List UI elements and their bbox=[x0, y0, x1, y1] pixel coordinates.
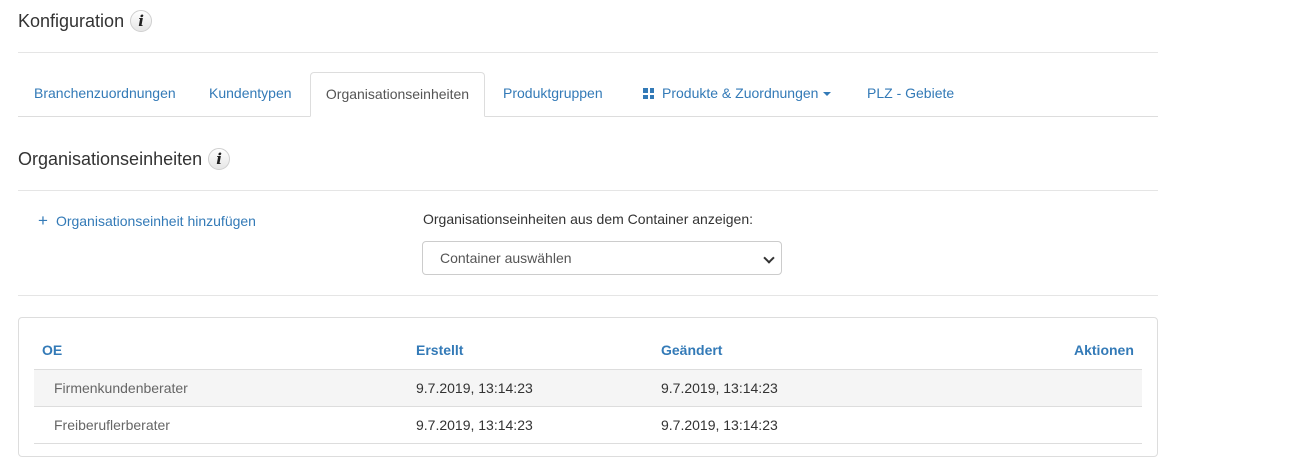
caret-down-icon bbox=[823, 92, 832, 97]
add-link-label: Organisationseinheit hinzufügen bbox=[55, 212, 256, 229]
info-icon[interactable]: i bbox=[130, 10, 153, 32]
page-title: Konfiguration i bbox=[18, 10, 153, 32]
section-title-text: Organisationseinheiten bbox=[18, 148, 203, 169]
plus-icon: + bbox=[38, 211, 48, 230]
section-title: Organisationseinheiten i bbox=[18, 148, 231, 170]
tab-produkte-zuordnungen-label: Produkte & Zuordnungen bbox=[662, 85, 819, 101]
cell-created: 9.7.2019, 13:14:23 bbox=[416, 380, 533, 396]
column-header-erstellt[interactable]: Erstellt bbox=[416, 342, 463, 358]
tab-plz-gebiete[interactable]: PLZ - Gebiete bbox=[867, 72, 954, 116]
table-row[interactable]: Freiberuflerberater 9.7.2019, 13:14:23 9… bbox=[34, 406, 1142, 443]
column-header-aktionen: Aktionen bbox=[1074, 342, 1134, 358]
cell-created: 9.7.2019, 13:14:23 bbox=[416, 417, 533, 433]
column-header-oe[interactable]: OE bbox=[42, 342, 62, 358]
tab-branchenzuordnungen[interactable]: Branchenzuordnungen bbox=[34, 72, 176, 116]
cell-oe: Freiberuflerberater bbox=[54, 417, 170, 433]
container-select[interactable]: Container auswählen bbox=[422, 241, 782, 275]
tab-kundentypen[interactable]: Kundentypen bbox=[209, 72, 292, 116]
filter-divider bbox=[18, 295, 1158, 296]
page-title-text: Konfiguration bbox=[18, 10, 125, 31]
cell-changed: 9.7.2019, 13:14:23 bbox=[661, 417, 778, 433]
header-divider bbox=[18, 52, 1158, 53]
tab-bar: Branchenzuordnungen Kundentypen Organisa… bbox=[18, 72, 1158, 117]
tab-produktgruppen[interactable]: Produktgruppen bbox=[503, 72, 603, 116]
column-header-geaendert[interactable]: Geändert bbox=[661, 342, 722, 358]
chevron-down-icon bbox=[763, 252, 775, 264]
tab-organisationseinheiten[interactable]: Organisationseinheiten bbox=[310, 72, 485, 117]
cell-oe: Firmenkundenberater bbox=[54, 380, 188, 396]
tab-produkte-zuordnungen[interactable]: Produkte & Zuordnungen bbox=[643, 72, 832, 116]
info-icon[interactable]: i bbox=[208, 148, 231, 170]
cell-changed: 9.7.2019, 13:14:23 bbox=[661, 380, 778, 396]
table-row[interactable]: Firmenkundenberater 9.7.2019, 13:14:23 9… bbox=[34, 369, 1142, 406]
container-select-value: Container auswählen bbox=[440, 250, 572, 266]
add-organisationseinheit-link[interactable]: + Organisationseinheit hinzufügen bbox=[38, 212, 256, 229]
grid-icon bbox=[643, 88, 654, 99]
section-divider bbox=[18, 190, 1158, 191]
container-filter-label: Organisationseinheiten aus dem Container… bbox=[423, 211, 753, 227]
